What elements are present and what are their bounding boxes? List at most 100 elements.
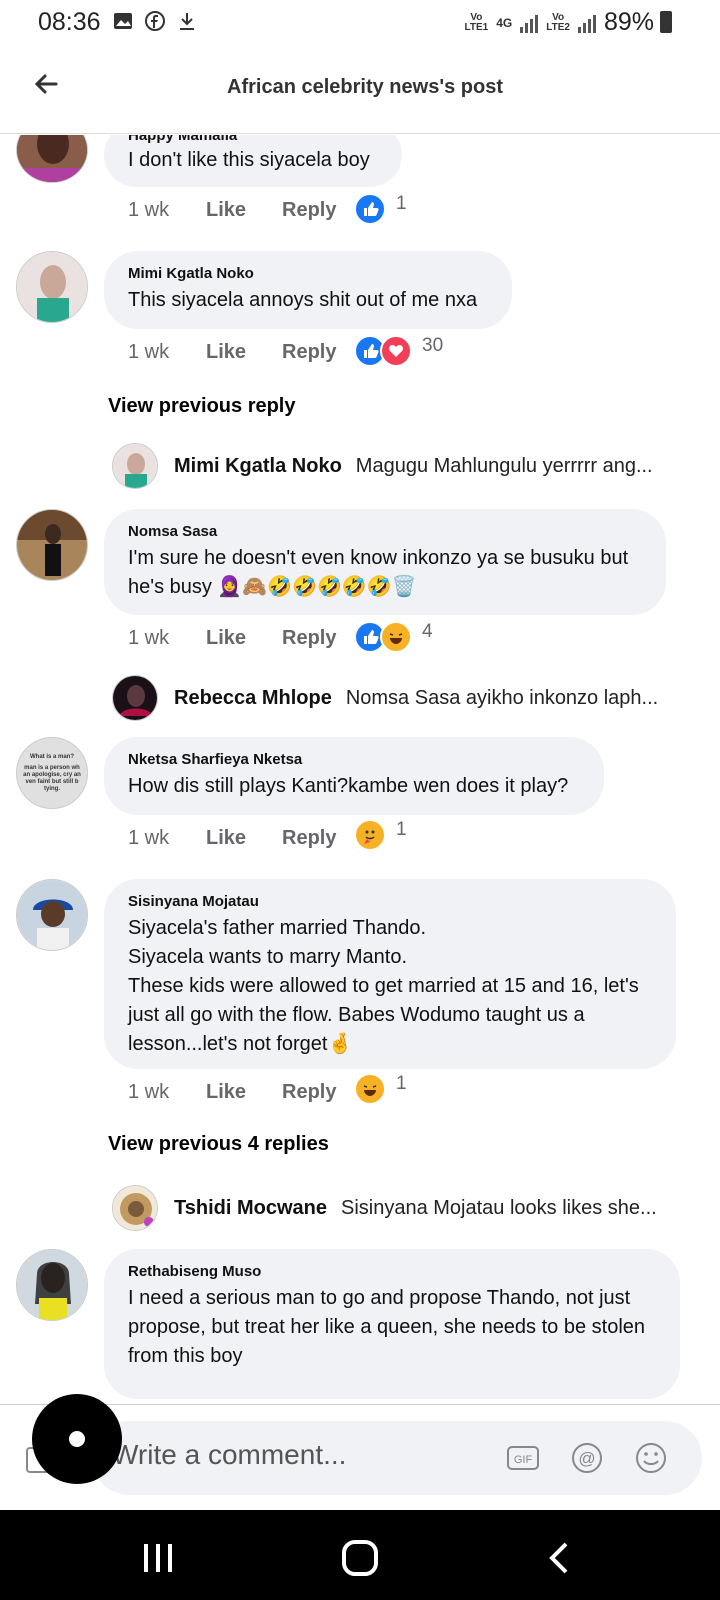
avatar[interactable] — [16, 1249, 88, 1321]
comment-bubble[interactable]: Nketsa Sharfieya Nketsa How dis still pl… — [104, 737, 604, 815]
like-button[interactable]: Like — [206, 1081, 282, 1104]
reply-preview[interactable]: Tshidi Mocwane Sisinyana Mojatau looks l… — [112, 1185, 672, 1231]
haha-reaction-icon — [380, 621, 412, 653]
signal2-icon — [577, 13, 596, 33]
comment-bubble[interactable]: Nomsa Sasa I'm sure he doesn't even know… — [104, 509, 666, 615]
care-reaction-icon — [354, 819, 386, 851]
recent-apps-icon[interactable] — [138, 1538, 178, 1578]
comment-bubble[interactable]: Mimi Kgatla Noko This siyacela annoys sh… — [104, 251, 512, 329]
like-button[interactable]: Like — [206, 341, 282, 364]
comment-text: I need a serious man to go and propose T… — [128, 1287, 646, 1367]
status-time: 08:36 — [38, 8, 101, 36]
status-bar: 08:36 Vo LTE1 4G Vo LTE2 89% — [0, 0, 720, 46]
comment-bubble[interactable]: Rethabiseng Muso I need a serious man to… — [104, 1249, 680, 1399]
android-nav-bar — [0, 1510, 720, 1600]
comment-author[interactable]: Rethabiseng Muso — [128, 1263, 656, 1280]
avatar[interactable] — [16, 251, 88, 323]
reply-preview[interactable]: Mimi Kgatla Noko Magugu Mahlungulu yerrr… — [112, 443, 672, 489]
view-previous-replies-link[interactable]: View previous 4 replies — [108, 1133, 329, 1156]
page-title: African celebrity news's post — [227, 76, 503, 98]
like-button[interactable]: Like — [206, 199, 282, 222]
comment-bubble[interactable]: Sisinyana Mojatau Siyacela's father marr… — [104, 879, 676, 1069]
comment-text: Siyacela's father married Thando. Siyace… — [128, 917, 639, 1055]
gif-label: GIF — [514, 1454, 533, 1466]
avatar-caption-text: man is a person wh an apologise, cry an … — [23, 764, 81, 792]
reactions[interactable]: 4 — [354, 621, 433, 653]
mention-icon[interactable]: @ — [570, 1441, 604, 1475]
reaction-count: 1 — [396, 193, 407, 214]
like-reaction-icon — [354, 193, 386, 225]
floating-action-button[interactable] — [32, 1394, 122, 1484]
reply-text: Sisinyana Mojatau looks likes she... — [340, 1196, 657, 1219]
haha-reaction-icon — [354, 1073, 386, 1105]
comment-author[interactable]: Nketsa Sharfieya Nketsa — [128, 751, 580, 768]
reply-text: Magugu Mahlungulu yerrrrr ang... — [355, 454, 653, 477]
record-dot-icon — [69, 1431, 85, 1447]
comment-text: I'm sure he doesn't even know inkonzo ya… — [128, 547, 629, 598]
avatar[interactable] — [112, 443, 158, 489]
avatar[interactable] — [16, 509, 88, 581]
reply-button[interactable]: Reply — [282, 627, 358, 650]
reaction-count: 1 — [396, 1073, 407, 1094]
avatar[interactable] — [16, 135, 88, 183]
comments-list[interactable]: Happy Mamalla I don't like this siyacela… — [0, 135, 720, 1405]
comment-author[interactable]: Mimi Kgatla Noko — [128, 265, 488, 282]
avatar[interactable] — [16, 879, 88, 951]
reply-text: Nomsa Sasa ayikho inkonzo laph... — [345, 686, 659, 709]
love-reaction-icon — [380, 335, 412, 367]
comment-author[interactable]: Happy Mamalla — [128, 135, 378, 144]
facebook-icon — [145, 11, 165, 31]
avatar[interactable] — [112, 675, 158, 721]
home-icon[interactable] — [340, 1538, 380, 1578]
comment-actions: 1 wk Like Reply — [128, 199, 358, 222]
reactions[interactable]: 1 — [354, 819, 407, 851]
reaction-count: 30 — [422, 335, 444, 356]
comment-input[interactable]: Write a comment... GIF @ — [92, 1421, 702, 1495]
mention-label: @ — [578, 1449, 595, 1468]
comment-time: 1 wk — [128, 627, 170, 649]
signal1-icon — [520, 13, 539, 33]
status-right: Vo LTE1 4G Vo LTE2 89% — [465, 8, 671, 37]
comment-time: 1 wk — [128, 341, 170, 363]
comment-text: I don't like this siyacela boy — [128, 149, 370, 171]
avatar[interactable] — [112, 1185, 158, 1231]
comment-bubble[interactable]: Happy Mamalla I don't like this siyacela… — [104, 135, 402, 187]
battery-icon — [660, 11, 672, 33]
network-type-label: 4G — [496, 15, 513, 30]
gallery-icon — [114, 13, 132, 29]
emoji-icon[interactable] — [634, 1441, 668, 1475]
reply-author[interactable]: Tshidi Mocwane — [174, 1197, 327, 1220]
reactions[interactable]: 1 — [354, 1073, 407, 1105]
reply-author[interactable]: Mimi Kgatla Noko — [174, 455, 342, 478]
comment-time: 1 wk — [128, 199, 170, 221]
download-icon — [180, 13, 194, 30]
reply-button[interactable]: Reply — [282, 199, 358, 222]
battery-percent: 89% — [603, 8, 654, 36]
comment-text: How dis still plays Kanti?kambe wen does… — [128, 775, 569, 797]
volte2-label: Vo LTE2 — [546, 11, 570, 33]
reply-button[interactable]: Reply — [282, 1081, 358, 1104]
gif-icon[interactable]: GIF — [506, 1441, 540, 1475]
comment-author[interactable]: Nomsa Sasa — [128, 523, 642, 540]
notification-icons — [112, 10, 198, 32]
post-header: African celebrity news's post — [0, 46, 720, 134]
comment-actions: 1 wk Like Reply — [128, 827, 358, 850]
reply-button[interactable]: Reply — [282, 827, 358, 850]
view-previous-replies-link[interactable]: View previous reply — [108, 395, 296, 418]
comment-actions: 1 wk Like Reply — [128, 1081, 358, 1104]
back-icon[interactable] — [540, 1538, 580, 1578]
volte1-label: Vo LTE1 — [464, 11, 489, 33]
reactions[interactable]: 30 — [354, 335, 443, 367]
reactions[interactable]: 1 — [354, 193, 407, 225]
comment-actions: 1 wk Like Reply — [128, 341, 358, 364]
like-button[interactable]: Like — [206, 627, 282, 650]
reaction-count: 4 — [422, 621, 433, 642]
reply-author[interactable]: Rebecca Mhlope — [174, 687, 332, 710]
comment-text: This siyacela annoys shit out of me nxa — [128, 289, 478, 311]
reaction-count: 1 — [396, 819, 407, 840]
avatar[interactable]: What is a man? man is a person wh an apo… — [16, 737, 88, 809]
comment-author[interactable]: Sisinyana Mojatau — [128, 893, 652, 910]
reply-preview[interactable]: Rebecca Mhlope Nomsa Sasa ayikho inkonzo… — [112, 675, 672, 721]
like-button[interactable]: Like — [206, 827, 282, 850]
reply-button[interactable]: Reply — [282, 341, 358, 364]
